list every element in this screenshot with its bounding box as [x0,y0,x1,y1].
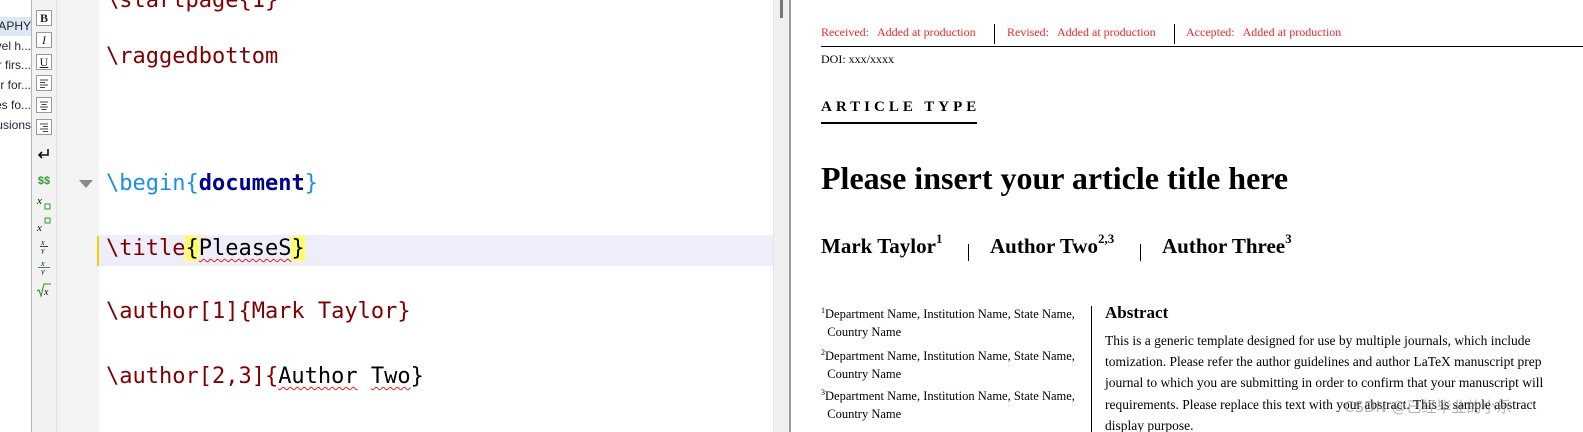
received-date: Received: Added at production [821,25,976,39]
article-title: Please insert your article title here [821,160,1289,196]
superscript-icon: x [36,217,51,233]
align-center-button[interactable] [36,97,52,113]
align-left-button[interactable] [36,75,52,91]
align-center-icon [40,101,48,110]
dfrac-button[interactable]: xy [36,259,52,275]
abstract-heading: Abstract [1105,303,1169,322]
fraction-button[interactable]: xy [36,238,52,254]
outline-item[interactable]: BIBLIOGRAPHY [0,17,31,36]
line-gutter [57,0,99,432]
abstract-line: This is a generic template designed for … [1105,333,1531,348]
code-line: \begin{document} [106,171,318,196]
fold-arrow-icon[interactable] [79,180,93,188]
align-right-icon [40,123,48,132]
doi: DOI: xxx/xxxx [821,52,894,66]
svg-text:x: x [36,222,42,233]
author-name: Mark Taylor1 [821,231,943,258]
inline-math-button[interactable]: $$ [36,173,52,189]
subscript-button[interactable]: x [36,194,52,210]
article-type-rule [821,122,977,124]
code-line: \author[1]{Mark Taylor} [106,299,411,324]
svg-text:y: y [40,267,45,275]
italic-button[interactable]: I [36,32,52,48]
change-marker [97,236,99,266]
author-separator [1140,244,1141,261]
outline-item[interactable]: Examples fo... [0,96,31,115]
sqrt-button[interactable]: x [36,282,52,298]
affiliation: 2Department Name, Institution Name, Stat… [821,348,1075,382]
author-name: Author Two2,3 [990,231,1115,258]
watermark: CSDN @已经毕业的小乐 [1344,398,1512,416]
fraction-icon: xy [40,238,48,254]
abstract-line: display purpose. [1105,418,1194,432]
bold-button[interactable]: B [36,10,52,26]
editor-scrollbar[interactable] [773,0,790,432]
affiliation: 1Department Name, Institution Name, Stat… [821,306,1075,340]
align-left-icon [40,79,48,88]
svg-text:x: x [36,195,42,207]
accepted-date: Accepted: Added at production [1186,25,1342,39]
header-rule [821,46,1583,47]
article-type: ARTICLE TYPE [821,99,981,115]
outline-item[interactable]: Sample for for... [0,76,31,95]
abstract-line: journal to which you are submitting in o… [1105,375,1544,390]
code-line: \author[2,3]{Author Two} [106,364,424,389]
code-line: \raggedbottom [106,44,279,69]
code-line: \title{PleaseS} [106,236,305,261]
underline-button[interactable]: U [36,54,52,70]
svg-text:y: y [40,246,45,254]
newline-button[interactable] [36,146,52,162]
dfrac-icon: xy [38,259,50,275]
sqrt-icon: x [36,283,51,298]
author-name: Author Three3 [1162,231,1292,258]
abstract-line: tomization. Please refer the author guid… [1105,354,1542,369]
revised-date: Revised: Added at production [1007,25,1156,39]
code-line: \startpage{1} [106,0,279,13]
pdf-preview[interactable]: Received: Added at production Revised: Add… [791,0,1583,432]
format-toolbar: B I U $$ x x xy xy x [32,0,57,432]
outline-item[interactable]: Conclusions [0,116,31,135]
date-separator [994,24,995,44]
newline-icon [37,149,49,159]
structure-panel: BIBLIOGRAPHY Heading level h... Sample f… [0,0,32,432]
svg-text:x: x [43,287,49,298]
date-separator [1174,24,1175,44]
author-separator [968,244,969,261]
superscript-button[interactable]: x [36,217,52,233]
align-right-button[interactable] [36,119,52,135]
code-editor[interactable]: \startpage{1} \raggedbottom \begin{docum… [99,0,773,432]
abstract-rule [1091,306,1092,432]
scrollbar-thumb[interactable] [780,0,783,18]
outline-item[interactable]: Sample for firs... [0,56,31,75]
subscript-icon: x [36,195,51,210]
affiliation: 3Department Name, Institution Name, Stat… [821,388,1075,422]
outline-item[interactable]: Heading level h... [0,37,31,56]
